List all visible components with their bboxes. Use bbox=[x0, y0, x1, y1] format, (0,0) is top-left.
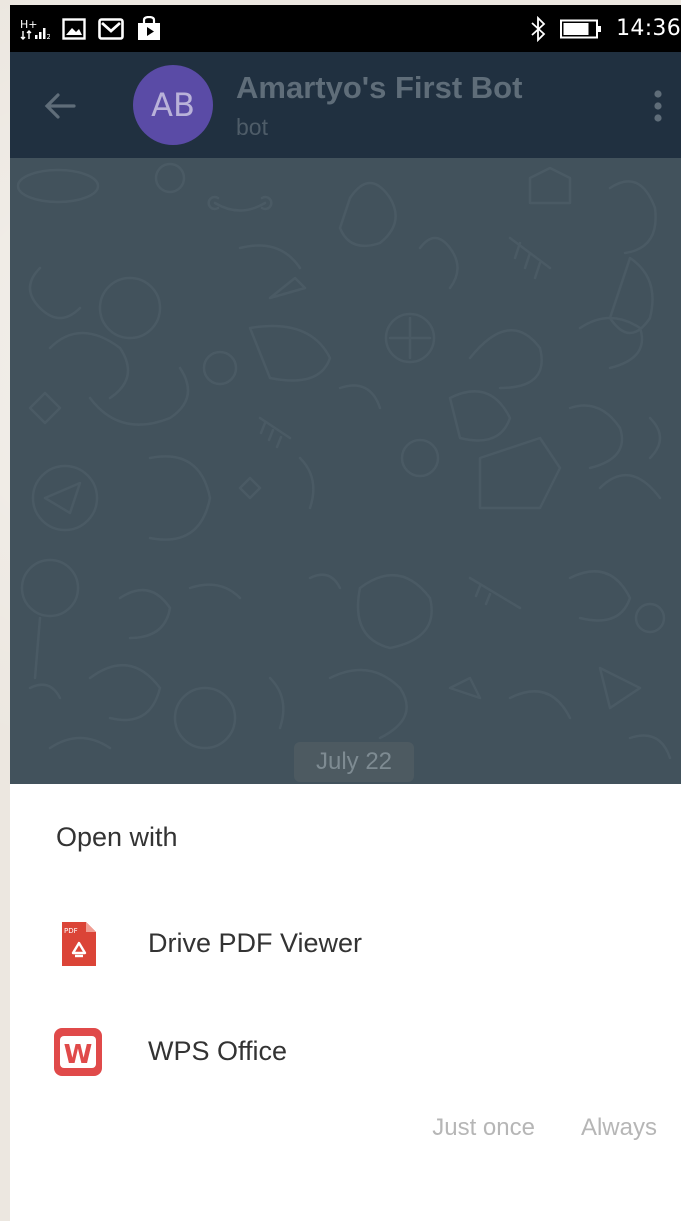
status-time: 14:36 bbox=[616, 16, 681, 41]
app-label: WPS Office bbox=[148, 1036, 288, 1066]
back-arrow-icon bbox=[44, 93, 76, 119]
status-icons-right: 14:36 bbox=[530, 5, 681, 52]
chat-subtitle: bot bbox=[236, 114, 268, 140]
date-separator: July 22 bbox=[294, 742, 414, 782]
image-icon bbox=[62, 17, 86, 40]
status-icons-left: H+ 2 bbox=[20, 5, 162, 52]
sheet-title: Open with bbox=[56, 822, 178, 852]
sheet-actions: Just once Always bbox=[432, 1114, 657, 1142]
battery-icon bbox=[560, 19, 602, 39]
app-label: Drive PDF Viewer bbox=[148, 928, 363, 958]
overflow-menu-icon bbox=[654, 90, 662, 122]
app-option-wps-office[interactable]: W WPS Office bbox=[10, 1004, 681, 1100]
svg-text:2: 2 bbox=[47, 33, 51, 41]
just-once-button[interactable]: Just once bbox=[432, 1114, 535, 1142]
always-button[interactable]: Always bbox=[581, 1114, 657, 1142]
back-button[interactable] bbox=[40, 86, 80, 126]
drive-pdf-icon: PDF bbox=[54, 920, 102, 968]
chat-header: AB Amartyo's First Bot bot bbox=[10, 52, 681, 158]
avatar[interactable]: AB bbox=[133, 65, 213, 145]
app-option-drive-pdf-viewer[interactable]: PDF Drive PDF Viewer bbox=[10, 896, 681, 992]
gmail-icon bbox=[98, 17, 124, 40]
chat-area: July 22 bbox=[10, 158, 681, 784]
phone-screen: H+ 2 14:36 AB Amartyo's First Bot bot Ju… bbox=[10, 5, 681, 1221]
network-type-label: H+ bbox=[20, 18, 38, 31]
chat-wallpaper-pattern bbox=[16, 162, 672, 760]
bluetooth-icon bbox=[530, 15, 546, 42]
chat-title[interactable]: Amartyo's First Bot bbox=[236, 70, 522, 106]
network-icon: H+ 2 bbox=[20, 17, 50, 41]
drive-pdf-icon-text: PDF bbox=[64, 927, 78, 935]
status-bar: H+ 2 14:36 bbox=[10, 5, 681, 52]
wps-office-icon: W bbox=[54, 1028, 102, 1076]
overflow-menu-button[interactable] bbox=[651, 86, 665, 126]
wps-icon-text: W bbox=[64, 1040, 93, 1070]
open-with-sheet: Open with PDF Drive PDF Viewer W WPS Off… bbox=[10, 784, 681, 1221]
store-icon bbox=[136, 15, 162, 42]
